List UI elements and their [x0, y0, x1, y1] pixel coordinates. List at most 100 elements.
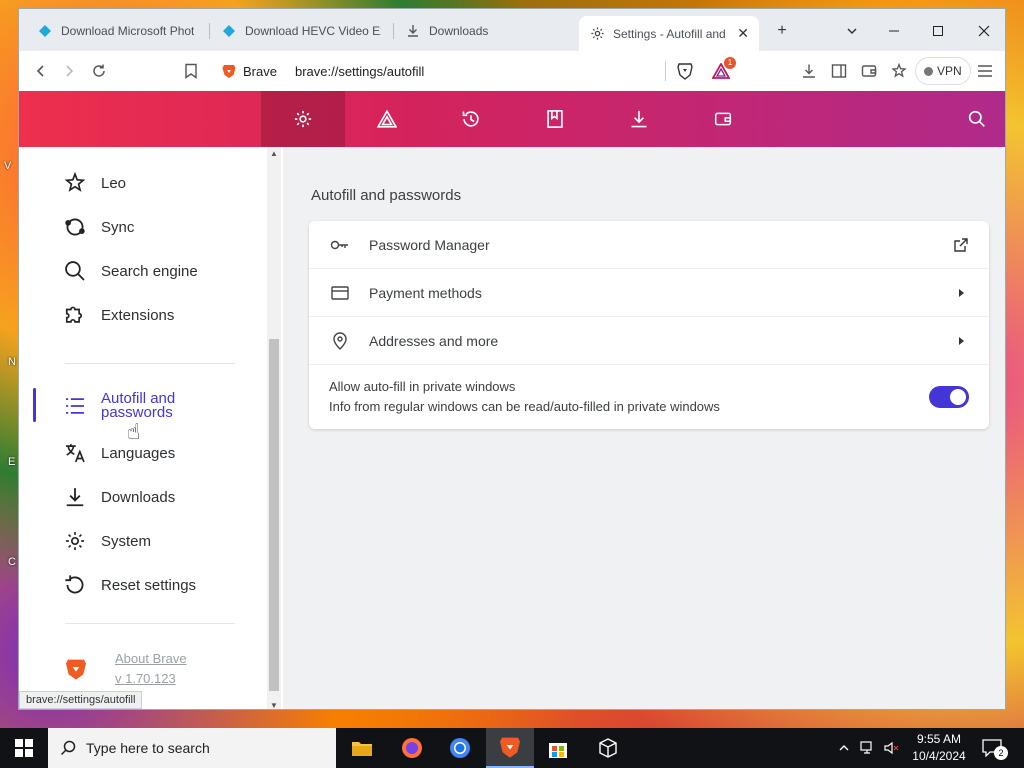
private-autofill-toggle[interactable] — [929, 386, 969, 408]
close-tab-icon[interactable]: ✕ — [737, 25, 749, 42]
package-app-button[interactable] — [584, 728, 632, 768]
sidebar-item-sync[interactable]: Sync — [19, 215, 269, 239]
minimize-icon — [889, 30, 899, 32]
external-link-icon — [951, 235, 971, 255]
reload-icon — [93, 64, 105, 77]
start-button[interactable] — [0, 728, 48, 768]
settings-tab-button[interactable] — [261, 91, 345, 147]
address-bar[interactable]: Brave brave://settings/autofill — [221, 55, 701, 87]
maximize-button[interactable] — [923, 17, 953, 45]
wallet-icon — [861, 65, 877, 77]
scroll-thumb[interactable] — [269, 339, 279, 691]
autofill-card: Password Manager Payment methods Address — [309, 221, 989, 429]
brave-shields-button[interactable] — [671, 57, 699, 85]
tab-list-button[interactable] — [837, 17, 867, 45]
desktop-label: E — [8, 456, 16, 468]
payment-methods-row[interactable]: Payment methods — [309, 269, 989, 317]
chevron-up-icon[interactable] — [838, 742, 850, 754]
sidebar-item-system[interactable]: System — [19, 529, 269, 553]
about-brave-link[interactable]: About Brave — [115, 651, 187, 666]
download-icon — [803, 64, 815, 78]
back-button[interactable] — [27, 57, 55, 85]
hamburger-icon — [978, 65, 992, 77]
vpn-button[interactable]: VPN — [915, 57, 971, 85]
wallet-button[interactable] — [855, 57, 883, 85]
hand-cursor-icon: ☝ — [127, 419, 141, 444]
firefox-button[interactable] — [388, 728, 436, 768]
gear-icon — [63, 529, 87, 553]
rewards-triangle-icon — [377, 110, 397, 128]
store-button[interactable] — [534, 728, 582, 768]
brave-taskbar-button[interactable] — [486, 728, 534, 768]
reload-button[interactable] — [85, 57, 113, 85]
scroll-down-arrow[interactable]: ▼ — [269, 701, 279, 709]
password-manager-row[interactable]: Password Manager — [309, 221, 989, 269]
tab-settings[interactable]: Settings - Autofill and ✕ — [579, 16, 759, 51]
kodi-icon — [37, 23, 53, 39]
sidebar-button[interactable] — [825, 57, 853, 85]
sidebar-item-search-engine[interactable]: Search engine — [19, 259, 269, 283]
translate-icon — [63, 441, 87, 465]
brave-logo-icon — [65, 657, 87, 681]
leo-star-icon — [63, 171, 87, 195]
bookmarks-tab-button[interactable] — [513, 91, 597, 147]
network-icon[interactable] — [860, 741, 876, 755]
vpn-status-dot — [924, 66, 933, 76]
chrome-button[interactable] — [436, 728, 484, 768]
clock[interactable]: 9:55 AM 10/4/2024 — [904, 731, 974, 765]
download-icon — [63, 485, 87, 509]
bookmark-button[interactable] — [177, 57, 205, 85]
leo-button[interactable] — [885, 57, 913, 85]
arrow-right-icon — [951, 331, 971, 351]
close-window-button[interactable] — [969, 17, 999, 45]
toggle-title: Allow auto-fill in private windows — [329, 379, 516, 394]
browser-window: Download Microsoft Phot Download HEVC Vi… — [18, 8, 1006, 710]
shield-icon — [677, 63, 693, 80]
maximize-icon — [933, 26, 943, 36]
history-tab-button[interactable] — [429, 91, 513, 147]
main-menu-button[interactable] — [971, 57, 999, 85]
rewards-tab-button[interactable] — [345, 91, 429, 147]
system-tray — [838, 728, 900, 768]
sidebar-item-languages[interactable]: Languages — [19, 441, 269, 465]
notification-button[interactable]: 2 — [982, 728, 1008, 768]
arrow-right-icon — [66, 65, 74, 77]
tab-downloads[interactable]: Downloads — [395, 16, 575, 46]
package-icon — [599, 738, 617, 758]
gear-icon — [589, 26, 605, 42]
settings-search-button[interactable] — [965, 107, 989, 131]
arrow-left-icon — [36, 65, 44, 77]
downloads-button[interactable] — [795, 57, 823, 85]
sidebar-divider — [65, 363, 235, 364]
url-text[interactable]: brave://settings/autofill — [295, 64, 424, 79]
minimize-button[interactable] — [879, 17, 909, 45]
history-icon — [462, 111, 479, 127]
scroll-up-arrow[interactable]: ▲ — [269, 149, 279, 159]
downloads-tab-button[interactable] — [597, 91, 681, 147]
toolbar: Brave brave://settings/autofill 1 VPN — [19, 51, 1005, 91]
file-explorer-button[interactable] — [338, 728, 386, 768]
forward-button[interactable] — [55, 57, 83, 85]
new-tab-button[interactable]: + — [767, 17, 797, 45]
arrow-right-icon — [951, 283, 971, 303]
notification-count-badge: 2 — [994, 746, 1008, 760]
status-bar: brave://settings/autofill — [19, 691, 143, 709]
sidebar-item-autofill[interactable]: Autofill and passwords — [19, 391, 269, 421]
volume-muted-icon[interactable] — [884, 741, 900, 755]
version-link[interactable]: v 1.70.123 — [115, 671, 176, 686]
tab-download-hevc[interactable]: Download HEVC Video Ex — [211, 16, 391, 46]
sidebar-item-downloads[interactable]: Downloads — [19, 485, 269, 509]
addresses-row[interactable]: Addresses and more — [309, 317, 989, 365]
settings-top-bar — [19, 91, 1005, 147]
sidebar-item-reset-settings[interactable]: Reset settings — [19, 573, 269, 597]
wallet-tab-button[interactable] — [681, 91, 765, 147]
taskbar-search[interactable]: Type here to search — [48, 728, 336, 768]
firefox-icon — [402, 738, 422, 758]
puzzle-icon — [63, 303, 87, 327]
sidebar-item-leo[interactable]: Leo — [19, 171, 269, 195]
rewards-badge: 1 — [724, 57, 736, 69]
bookmark-icon — [185, 63, 197, 79]
sidebar-item-extensions[interactable]: Extensions — [19, 303, 269, 327]
brave-rewards-button[interactable]: 1 — [707, 57, 736, 85]
tab-download-photos[interactable]: Download Microsoft Phot — [27, 16, 207, 46]
